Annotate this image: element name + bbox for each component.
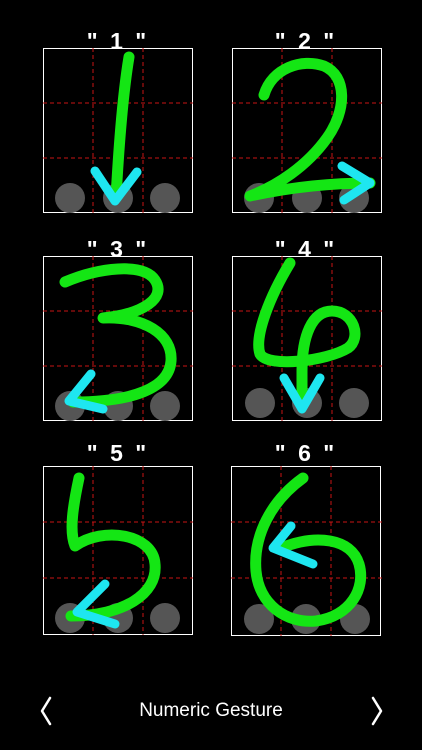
gesture-pad-6: [230, 465, 383, 636]
next-button[interactable]: [361, 694, 391, 728]
gesture-pad-4: [231, 255, 382, 421]
arrow-icon: [72, 579, 119, 628]
bottom-nav-bar: Numeric Gesture: [0, 690, 422, 734]
gesture-cell-5: " 5 ": [23, 440, 213, 640]
digit-stroke-1: [110, 51, 134, 203]
gesture-cell-2: " 2 ": [211, 28, 401, 228]
gesture-title-6: " 6 ": [274, 440, 338, 466]
chevron-right-icon: [371, 696, 383, 726]
gesture-pad-5: [42, 465, 193, 635]
digit-stroke-4: [252, 257, 360, 411]
gesture-pad-3: [42, 255, 193, 421]
gesture-pad-1: [42, 47, 193, 213]
page-title: Numeric Gesture: [139, 700, 283, 721]
gesture-pad-2: [231, 47, 382, 213]
gesture-cell-4: " 4 ": [211, 236, 401, 436]
gesture-cell-6: " 6 ": [211, 440, 401, 640]
arrow-icon: [64, 369, 107, 413]
gesture-cell-3: " 3 ": [23, 236, 213, 436]
gesture-title-5: " 5 ": [86, 440, 150, 466]
digit-stroke-5: [65, 472, 161, 621]
gesture-cell-1: " 1 ": [23, 28, 213, 228]
